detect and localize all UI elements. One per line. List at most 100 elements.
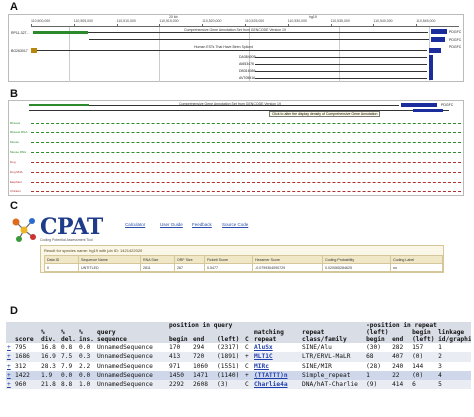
species-track [31, 123, 461, 124]
species-row-label[interactable]: Dog RNA [10, 170, 23, 174]
intron-line [88, 32, 428, 33]
table-row: + 960 21.8 8.8 1.0 UnnamedSequence 2292 … [6, 380, 472, 390]
gene-label-right[interactable]: PDGFC [441, 103, 453, 107]
panel-label-c: C [10, 200, 18, 212]
pdgfc-exon[interactable] [431, 29, 447, 34]
cell-class: Simple_repeat [302, 371, 351, 379]
cell-div: 21.8 [41, 381, 56, 389]
col-query-header: query [97, 329, 116, 336]
cell-class: LTR/ERVL-MaLR [302, 353, 351, 361]
col-rbegin-header: (left) [366, 329, 389, 336]
species-row-label[interactable]: Mouse [10, 140, 19, 144]
cell-begin: 971 [169, 362, 181, 370]
cell-rbegin: 68 [366, 353, 374, 361]
nav-link-source-code[interactable]: Source Code [222, 222, 248, 227]
expand-link[interactable]: + [6, 371, 14, 380]
col-ins-header: ins. [79, 336, 94, 343]
cell-strand: C [245, 381, 249, 389]
cell-score: 795 [15, 344, 27, 351]
cell-data-id: 0 [44, 263, 79, 272]
table-row: + 1686 16.9 7.5 0.3 UnnamedSequence 413 … [6, 352, 472, 362]
cell-rend: 282 [392, 344, 404, 351]
gene-label-right[interactable]: PDGFC [449, 30, 461, 34]
species-track [31, 191, 461, 192]
table-header-row-2: score div. del. ins. sequence begin end … [6, 336, 472, 343]
cpat-logo[interactable]: CPAT Coding Potential Assessment Tool [10, 214, 110, 244]
ruler-tick: 110,540,000 [373, 19, 393, 27]
expand-link[interactable]: + [6, 343, 14, 352]
nav-link-calculator[interactable]: Calculator [125, 222, 145, 227]
est-label[interactable]: DB316086 [239, 69, 256, 73]
pdgfc-exon[interactable] [413, 109, 443, 112]
cell-div: 16.9 [41, 353, 56, 361]
cell-sequence: UnnamedSequence [97, 381, 153, 389]
gene-label-left[interactable]: RP11-327... [11, 31, 29, 35]
cell-ins: 2.2 [79, 362, 91, 370]
repeat-link[interactable]: (TTATTT)n [253, 371, 301, 380]
species-row-label[interactable]: Mouse RNA [10, 150, 26, 154]
cell-rend: 22 [392, 371, 400, 379]
repeat-link[interactable]: AluSx [253, 343, 301, 352]
cell-ins: 0.0 [79, 344, 91, 351]
nav-link-feedback[interactable]: Feedback [192, 222, 212, 227]
col-end-header: end [193, 336, 205, 343]
est-intron-line [255, 71, 427, 72]
cell-ins: 1.0 [79, 381, 91, 389]
species-row-label[interactable]: Dog [10, 160, 16, 164]
est-exon[interactable] [429, 48, 441, 53]
cell-end: 2608 [193, 381, 208, 389]
species-row-label[interactable]: Chicken [10, 189, 21, 193]
table-header-row: Data ID Sequence Name RNA Size ORF Size … [44, 255, 443, 264]
pdgfc-exon[interactable] [431, 37, 445, 42]
species-row-label[interactable]: Rhesus RNA [10, 130, 27, 134]
cell-rleft: 157 [412, 344, 424, 351]
cell-sequence: UnnamedSequence [97, 344, 153, 351]
expand-link[interactable]: + [6, 362, 14, 371]
species-track [31, 152, 461, 153]
repeat-link[interactable]: MLT1C [253, 352, 301, 361]
est-exon-stack[interactable] [429, 55, 433, 80]
table-row: 0 UNTITLED 2811 267 0.5477 -0.0799304090… [44, 263, 443, 272]
column-header: ORF Size [174, 255, 205, 264]
cell-rleft: (0) [412, 353, 424, 361]
cell-linkage: 2 [438, 353, 442, 361]
table-row: + 312 28.3 7.9 2.2 UnnamedSequence 971 1… [6, 362, 471, 371]
col-matching-header: matching [254, 329, 284, 336]
cell-sequence: UnnamedSequence [97, 371, 153, 379]
gene-label-right[interactable]: PDGFC [449, 38, 461, 42]
expand-link[interactable]: + [6, 380, 14, 389]
expand-link[interactable]: + [6, 352, 14, 361]
table-row: + 795 16.8 0.8 0.0 UnnamedSequence 170 2… [6, 343, 471, 352]
green-transcript[interactable] [33, 31, 88, 34]
track-tooltip: Click to alter the display density of Co… [269, 111, 381, 117]
species-track [31, 172, 461, 173]
species-row-label[interactable]: Rhesus [10, 121, 20, 125]
est-label[interactable]: BG263017 [11, 49, 28, 53]
species-row-label[interactable]: Elephant [10, 180, 22, 184]
intron-line [29, 110, 449, 111]
cell-rna-size: 2811 [140, 263, 175, 272]
cell-orf-size: 267 [174, 263, 205, 272]
cell-end: 1060 [193, 362, 208, 370]
cell-linkage: 4 [438, 371, 442, 379]
col-query-header: sequence [97, 336, 127, 343]
est-label[interactable]: AV705516 [239, 76, 255, 80]
gene-label-right[interactable]: PDGFC [449, 45, 461, 49]
est-label[interactable]: DA384005 [239, 55, 256, 59]
track-title-ests[interactable]: Human ESTs That Have Been Spliced [194, 45, 253, 49]
cell-begin: 413 [169, 353, 181, 361]
cell-coding-probability: 0.020065284625 [322, 263, 391, 272]
est-intron-line [255, 78, 427, 79]
cell-linkage: 5 [438, 381, 442, 389]
nav-link-user-guide[interactable]: User Guide [160, 222, 183, 227]
repeat-link[interactable]: MIRc [253, 362, 301, 371]
cell-del: 8.8 [61, 381, 73, 389]
green-transcript[interactable] [29, 104, 89, 106]
cell-rleft: (0) [412, 371, 424, 379]
cell-rbegin: (30) [366, 344, 381, 351]
cell-left: (3) [217, 381, 229, 389]
repeat-link[interactable]: Charlie4a [253, 380, 301, 389]
pdgfc-exon[interactable] [401, 103, 437, 107]
est-label[interactable]: AI653476 [239, 62, 254, 66]
cell-rbegin: 1 [366, 371, 370, 379]
